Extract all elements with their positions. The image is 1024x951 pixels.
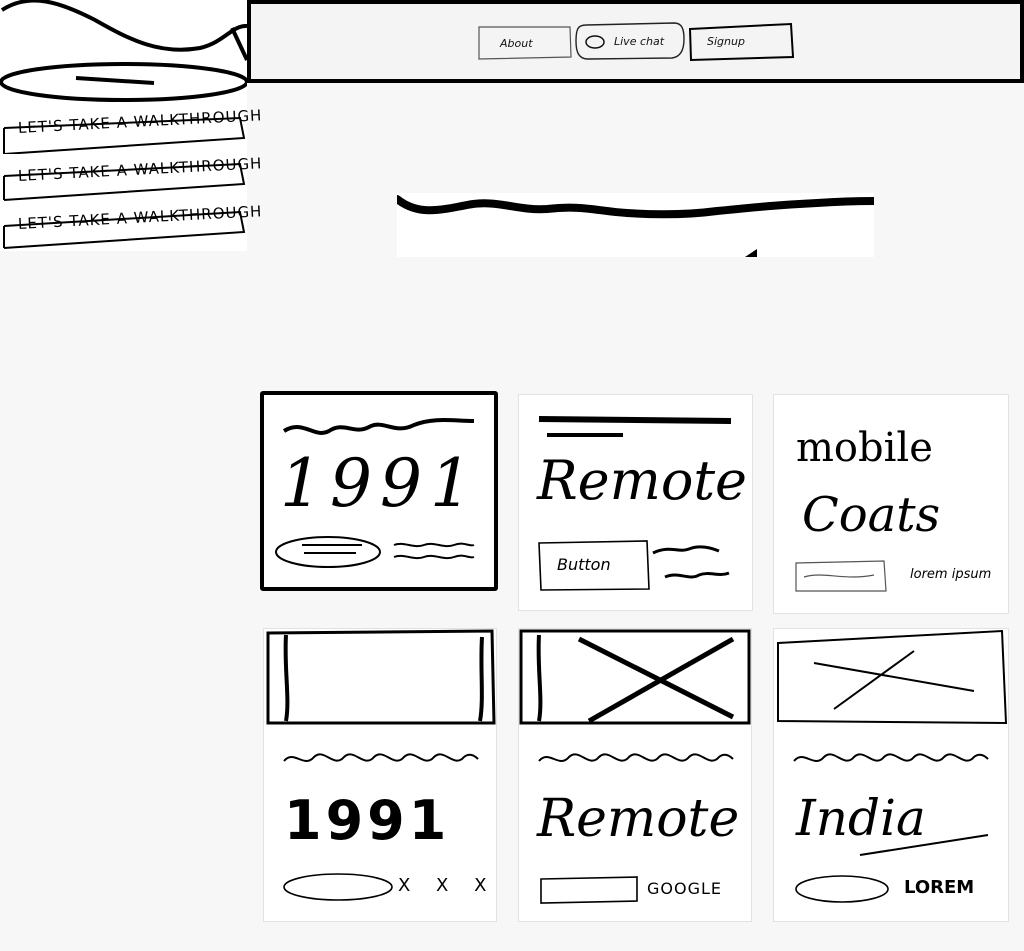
- card-title: 1991: [284, 789, 451, 852]
- sidebar-walkthrough-button-1[interactable]: LET'S TAKE A WALKTHROUGH: [0, 106, 263, 154]
- sidebar-walkthrough-button-3[interactable]: LET'S TAKE A WALKTHROUGH: [0, 202, 263, 250]
- logo[interactable]: [0, 0, 249, 104]
- nav-about-label: About: [500, 37, 533, 50]
- card-button[interactable]: Button: [557, 555, 611, 574]
- logo-sketch-icon: [0, 0, 249, 102]
- feature-card-1991[interactable]: 1991: [260, 391, 498, 591]
- card-subtitle: Coats: [802, 487, 941, 543]
- card-title: Remote: [537, 449, 747, 512]
- card-sketch-icon: [777, 629, 1008, 903]
- card-caption: lorem ipsum: [910, 567, 992, 582]
- card-extra: GOOGLE: [647, 879, 723, 898]
- feature-card-mobile[interactable]: mobile Coats lorem ipsum: [773, 394, 1009, 614]
- sidebar-walkthrough-button-2[interactable]: LET'S TAKE A WALKTHROUGH: [0, 154, 263, 202]
- feature-card-remote[interactable]: Remote Button: [518, 394, 753, 611]
- feature-card-remote-2[interactable]: Remote GOOGLE: [518, 628, 752, 922]
- card-extra: LOREM: [904, 877, 975, 898]
- header-nav: About Live chat Signup: [247, 0, 1024, 84]
- feature-card-india[interactable]: India LOREM: [773, 628, 1009, 922]
- card-title: Remote: [537, 789, 740, 849]
- nav-about-link[interactable]: About: [476, 23, 573, 61]
- hero-scribble-icon: [393, 195, 878, 257]
- nav-signup-label: Signup: [707, 35, 745, 48]
- feature-card-this[interactable]: 1991 X X X: [263, 628, 497, 922]
- nav-live-chat-link[interactable]: Live chat: [574, 21, 686, 61]
- nav-signup-link[interactable]: Signup: [687, 21, 795, 63]
- card-title: mobile: [796, 425, 933, 471]
- card-title: 1991: [280, 445, 480, 522]
- chat-bubble-icon: [585, 35, 605, 49]
- card-title: India: [796, 789, 926, 847]
- card-extra: X X X: [398, 875, 497, 896]
- nav-live-chat-label: Live chat: [614, 35, 665, 48]
- hero-banner: [393, 193, 878, 257]
- sidebar-menu: LET'S TAKE A WALKTHROUGH LET'S TAKE A WA…: [0, 104, 263, 251]
